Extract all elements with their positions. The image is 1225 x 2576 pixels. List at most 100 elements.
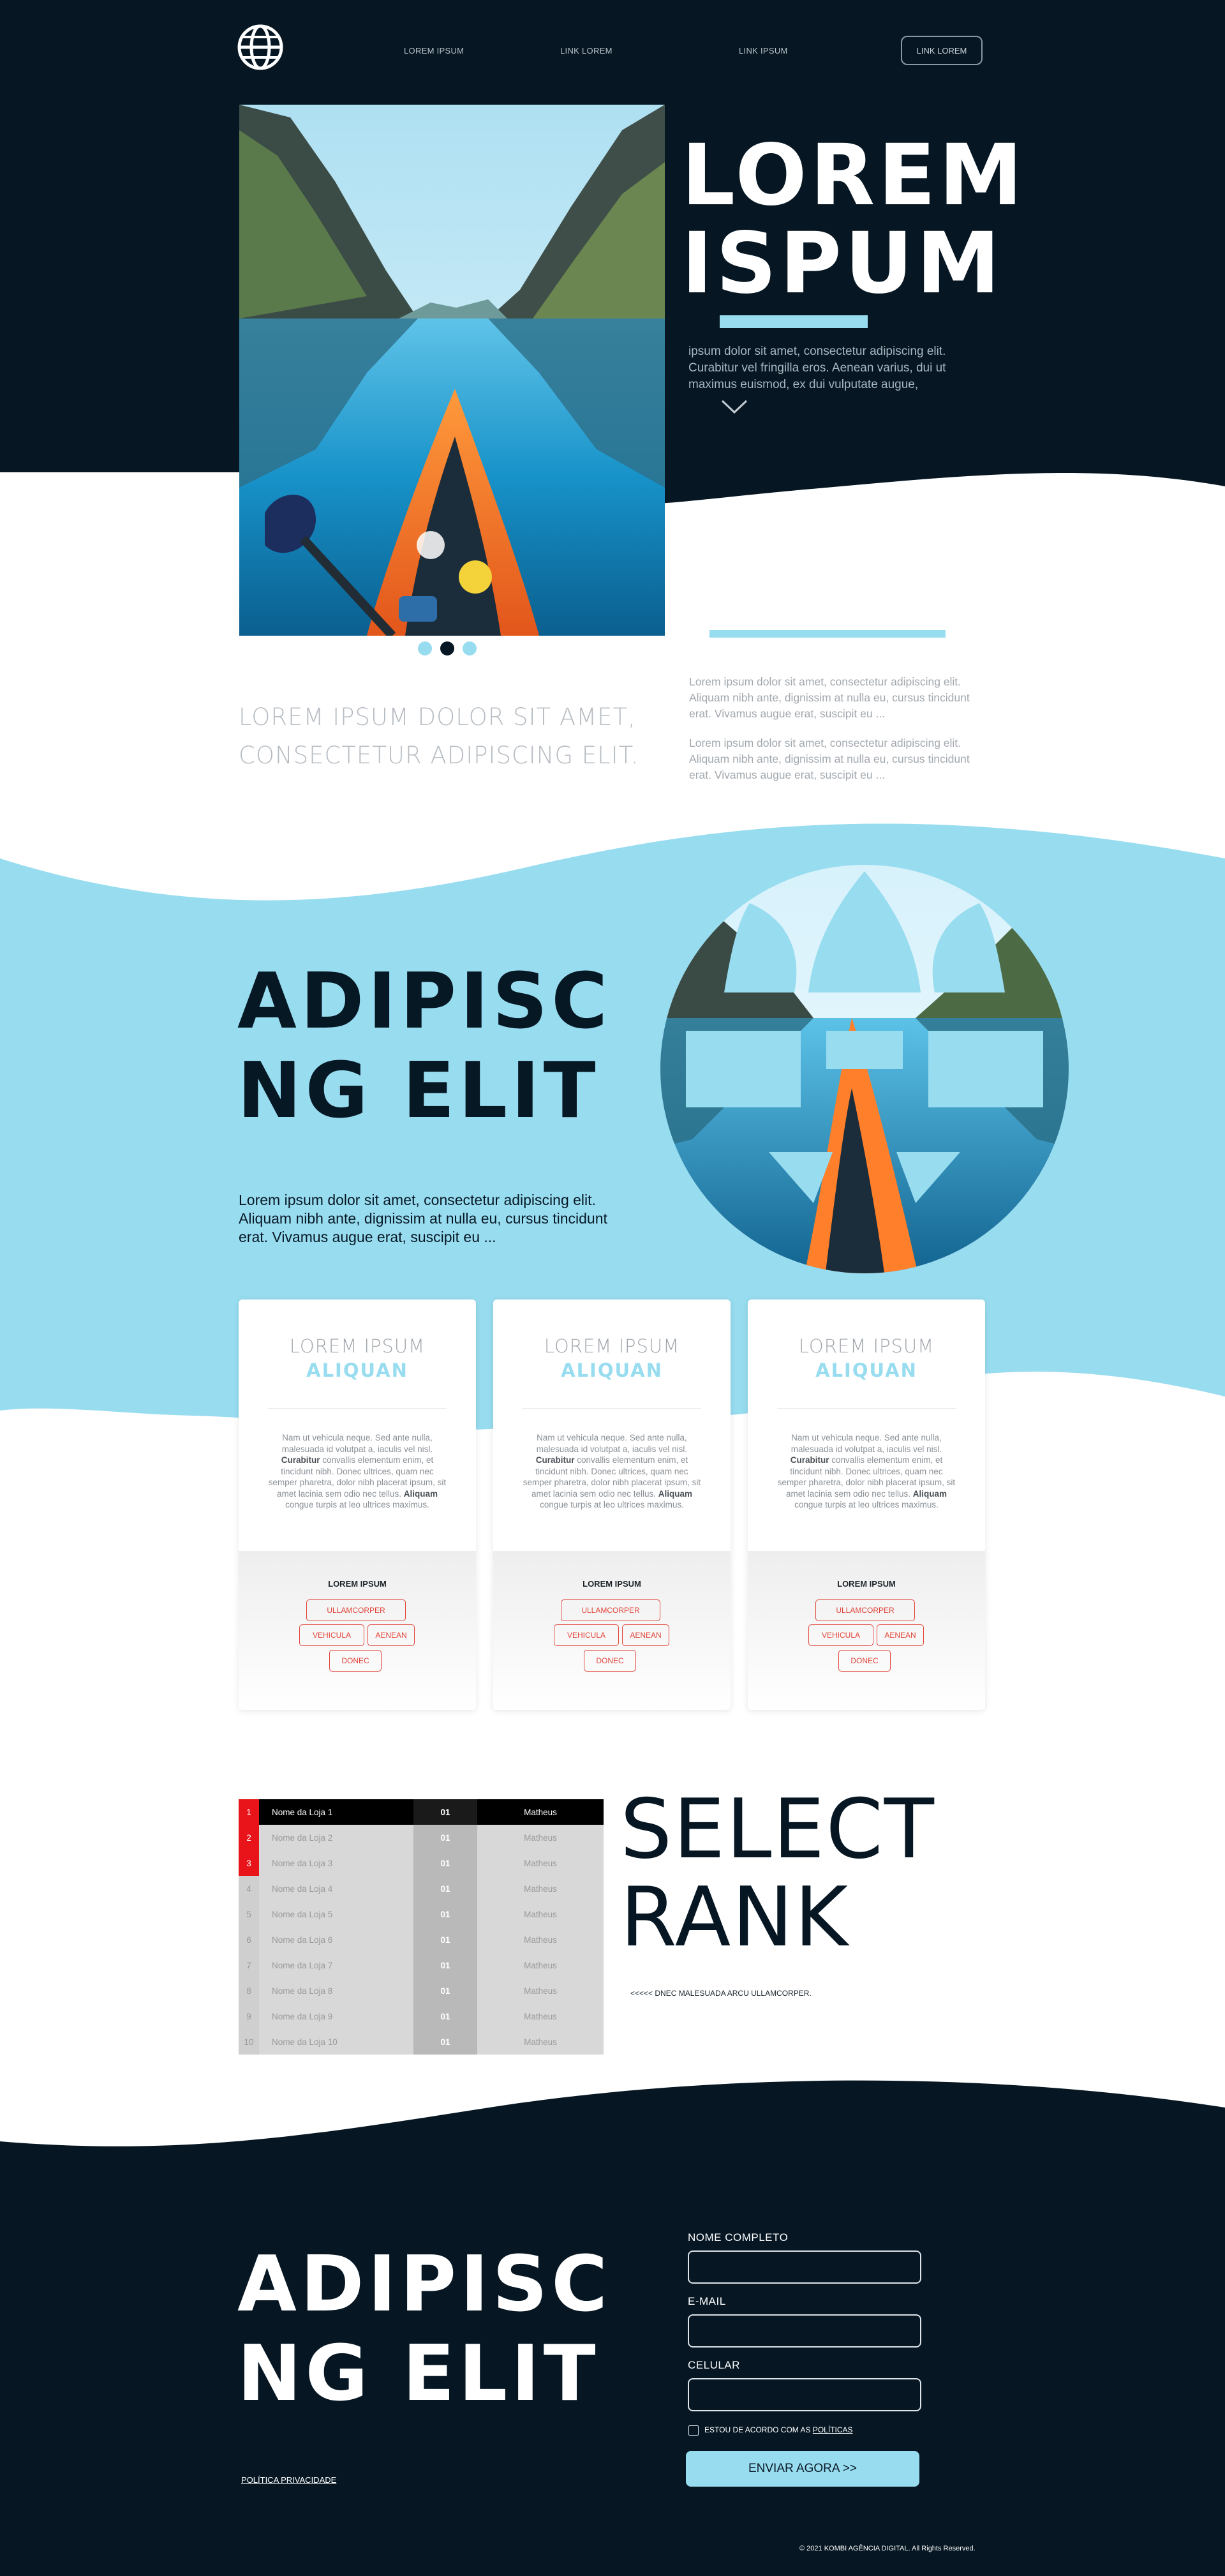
tag-donec[interactable]: DONEC [329, 1650, 382, 1672]
table-row[interactable]: 3 Nome da Loja 3 01 Matheus [239, 1850, 604, 1876]
nav-link-lorem-ipsum[interactable]: LOREM IPSUM [404, 46, 464, 56]
phone-field[interactable] [688, 2378, 921, 2411]
store-score: 01 [413, 1952, 477, 1978]
tag-ullamcorper[interactable]: ULLAMCORPER [306, 1599, 406, 1621]
privacy-policy-link[interactable]: POLÍTICA PRIVACIDADE [241, 2475, 336, 2485]
rank-position: 10 [239, 2029, 259, 2055]
card-text: Nam ut vehicula neque. Sed ante nulla, m… [268, 1433, 447, 1509]
card-content: LOREM IPSUM ALIQUAN Nam ut vehicula nequ… [748, 1299, 985, 1551]
rank-title-line2: RANK [620, 1870, 849, 1965]
store-name: Nome da Loja 9 [259, 2003, 413, 2029]
store-name: Nome da Loja 5 [259, 1901, 413, 1927]
feature-title-line2: NG ELIT [237, 1047, 600, 1135]
store-owner: Matheus [477, 1850, 604, 1876]
card-tags-title: LOREM IPSUM [837, 1579, 896, 1589]
name-field[interactable] [688, 2250, 921, 2284]
intro-title-line2: CONSECTETUR ADIPISCING ELIT. [239, 742, 639, 769]
carousel-dot-3[interactable] [463, 641, 477, 655]
carousel-dot-1[interactable] [418, 641, 432, 655]
policies-link[interactable]: POLÍTICAS [813, 2425, 853, 2434]
tag-vehicula[interactable]: VEHICULA [554, 1624, 619, 1646]
card-content: LOREM IPSUM ALIQUAN Nam ut vehicula nequ… [239, 1299, 476, 1551]
rank-position: 7 [239, 1952, 259, 1978]
site-logo[interactable] [237, 24, 283, 70]
hero-carousel-dots [418, 641, 488, 658]
email-field[interactable] [688, 2314, 921, 2348]
table-row[interactable]: 1 Nome da Loja 1 01 Matheus [239, 1799, 604, 1825]
store-score: 01 [413, 1978, 477, 2003]
table-row[interactable]: 8 Nome da Loja 8 01 Matheus [239, 1978, 604, 2003]
store-score: 01 [413, 1876, 477, 1901]
store-name: Nome da Loja 4 [259, 1876, 413, 1901]
store-name: Nome da Loja 6 [259, 1927, 413, 1952]
card-text: Nam ut vehicula neque. Sed ante nulla, m… [777, 1433, 956, 1509]
feature-title: ADIPISC NG ELIT [237, 957, 611, 1136]
card-divider [523, 1408, 701, 1409]
consent-text: ESTOU DE ACORDO COM AS [704, 2425, 813, 2434]
scroll-down-button[interactable] [720, 398, 749, 415]
copyright-text: © 2021 KOMBI AGÊNCIA DIGITAL. All Rights… [799, 2545, 976, 2552]
tag-donec[interactable]: DONEC [838, 1650, 891, 1672]
globe-icon [237, 24, 283, 70]
tag-aenean[interactable]: AENEAN [877, 1624, 924, 1646]
carousel-dot-2[interactable] [440, 641, 454, 655]
header-cta-label: LINK LOREM [916, 45, 967, 56]
tag-ullamcorper[interactable]: ULLAMCORPER [561, 1599, 660, 1621]
rank-position: 1 [239, 1799, 259, 1825]
card-subtitle: ALIQUAN [815, 1359, 917, 1381]
email-field-label: E-MAIL [688, 2295, 726, 2307]
intro-accent-bar [709, 630, 946, 638]
rank-position: 8 [239, 1978, 259, 2003]
table-row[interactable]: 2 Nome da Loja 2 01 Matheus [239, 1825, 604, 1850]
name-field-label: NOME COMPLETO [688, 2231, 789, 2243]
tag-aenean[interactable]: AENEAN [368, 1624, 415, 1646]
table-row[interactable]: 5 Nome da Loja 5 01 Matheus [239, 1901, 604, 1927]
store-name: Nome da Loja 2 [259, 1825, 413, 1850]
tag-donec[interactable]: DONEC [584, 1650, 636, 1672]
tag-ullamcorper[interactable]: ULLAMCORPER [815, 1599, 915, 1621]
store-score: 01 [413, 1825, 477, 1850]
rank-position: 4 [239, 1876, 259, 1901]
store-owner: Matheus [477, 1901, 604, 1927]
consent-checkbox[interactable] [688, 2425, 699, 2436]
intro-title-line1: LOREM IPSUM DOLOR SIT AMET, [239, 703, 636, 731]
consent-label: ESTOU DE ACORDO COM AS POLÍTICAS [704, 2425, 853, 2434]
store-score: 01 [413, 1901, 477, 1927]
feature-title-line1: ADIPISC [237, 957, 612, 1046]
contact-title: ADIPISC NG ELIT [237, 2240, 611, 2419]
phone-field-label: CELULAR [688, 2359, 740, 2371]
hero-title-line1: LOREM [681, 126, 1026, 225]
store-score: 01 [413, 1927, 477, 1952]
card-title: LOREM IPSUM [544, 1335, 680, 1357]
rank-table: 1 Nome da Loja 1 01 Matheus 2 Nome da Loja 20… [239, 1799, 604, 2055]
store-name: Nome da Loja 10 [259, 2029, 413, 2055]
card-tags-title: LOREM IPSUM [583, 1579, 641, 1589]
intro-title: LOREM IPSUM DOLOR SIT AMET, CONSECTETUR … [239, 698, 639, 775]
store-score: 01 [413, 2029, 477, 2055]
nav-link-lorem[interactable]: LINK LOREM [560, 46, 612, 56]
tag-aenean[interactable]: AENEAN [622, 1624, 669, 1646]
store-score: 01 [413, 1799, 477, 1825]
store-name: Nome da Loja 1 [259, 1799, 413, 1825]
table-row[interactable]: 9 Nome da Loja 9 01 Matheus [239, 2003, 604, 2029]
submit-button[interactable]: ENVIAR AGORA >> [686, 2451, 919, 2487]
contact-title-line1: ADIPISC [237, 2240, 612, 2329]
card-subtitle: ALIQUAN [561, 1359, 663, 1381]
tag-vehicula[interactable]: VEHICULA [808, 1624, 873, 1646]
table-row[interactable]: 10 Nome da Loja 10 01 Matheus [239, 2029, 604, 2055]
header-cta-button[interactable]: LINK LOREM [901, 36, 983, 65]
nav-link-ipsum[interactable]: LINK IPSUM [739, 46, 788, 56]
table-row[interactable]: 7 Nome da Loja 7 01 Matheus [239, 1952, 604, 1978]
feature-card-3: LOREM IPSUM ALIQUAN Nam ut vehicula nequ… [748, 1299, 985, 1710]
store-owner: Matheus [477, 2029, 604, 2055]
rank-position: 3 [239, 1850, 259, 1876]
tag-vehicula[interactable]: VEHICULA [299, 1624, 364, 1646]
card-footer: LOREM IPSUM ULLAMCORPER VEHICULA AENEAN … [239, 1551, 476, 1710]
card-divider [777, 1408, 956, 1409]
chevron-down-icon [721, 400, 748, 414]
rank-position: 9 [239, 2003, 259, 2029]
table-row[interactable]: 4 Nome da Loja 4 01 Matheus [239, 1876, 604, 1901]
store-name: Nome da Loja 7 [259, 1952, 413, 1978]
rank-title-line1: SELECT [620, 1782, 935, 1877]
table-row[interactable]: 6 Nome da Loja 6 01 Matheus [239, 1927, 604, 1952]
